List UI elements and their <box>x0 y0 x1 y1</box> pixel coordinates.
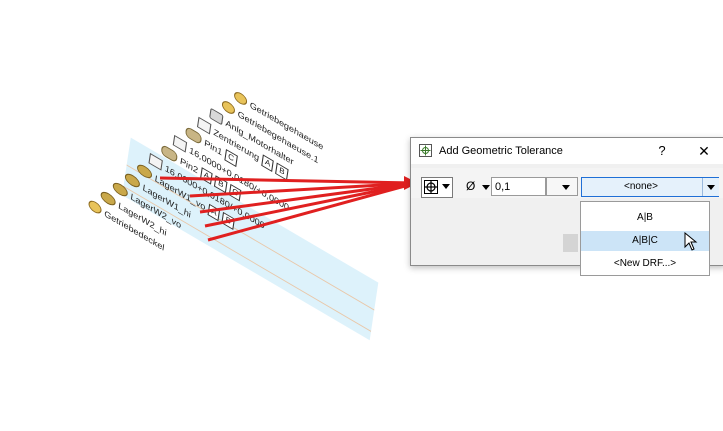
diameter-symbol[interactable]: Ø <box>466 179 475 193</box>
chevron-down-icon[interactable] <box>482 185 490 190</box>
dialog-titlebar[interactable]: Add Geometric Tolerance ? ✕ <box>411 138 723 164</box>
screenshot-stage: Getriebegehaeuse Getriebegehaeuse.1 Anlg… <box>0 0 723 341</box>
chevron-down-icon <box>442 184 450 189</box>
tolerance-app-icon <box>419 144 432 157</box>
drf-dropdown-button[interactable] <box>702 178 719 196</box>
dropdown-option[interactable]: <New DRF...> <box>581 254 709 274</box>
dialog-button-partial[interactable] <box>563 234 578 252</box>
drf-select[interactable]: <none> <box>581 177 719 197</box>
dialog-title: Add Geometric Tolerance <box>439 145 563 157</box>
model-tree-panel: Getriebegehaeuse Getriebegehaeuse.1 Anlg… <box>49 0 392 425</box>
close-button[interactable]: ✕ <box>694 142 714 160</box>
tolerance-value-input[interactable]: 0,1 <box>491 177 546 196</box>
characteristic-symbol-select[interactable] <box>421 177 453 198</box>
drf-select-value: <none> <box>624 181 658 192</box>
position-symbol-icon <box>424 180 438 194</box>
mouse-cursor-icon <box>684 232 698 251</box>
chevron-down-icon <box>562 185 570 190</box>
help-button[interactable]: ? <box>652 142 672 160</box>
chevron-down-icon <box>707 185 715 190</box>
dropdown-option[interactable]: A|B <box>581 208 709 228</box>
tolerance-toolbar: Ø 0,1 <none> <box>411 168 723 198</box>
